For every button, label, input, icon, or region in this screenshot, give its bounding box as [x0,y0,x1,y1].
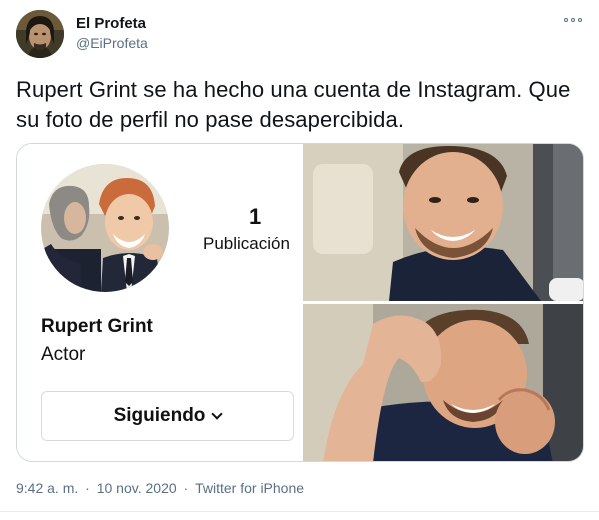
instagram-bio: Actor [41,344,86,365]
tweet-source[interactable]: Twitter for iPhone [195,480,304,496]
instagram-profile-picture [41,164,169,292]
divider [0,511,599,512]
tweet-time[interactable]: 9:42 a. m. [16,480,78,496]
tweet-date[interactable]: 10 nov. 2020 [97,480,177,496]
author-name[interactable]: El Profeta [76,15,146,32]
tweet-metadata: 9:42 a. m. · 10 nov. 2020 · Twitter for … [16,480,305,496]
media-photo-smiling-man[interactable] [303,144,583,301]
more-options-icon[interactable] [564,14,582,26]
tweet: El Profeta @EiProfeta Rupert Grint se ha… [0,0,599,520]
following-button: Siguiendo [41,391,294,441]
tweet-header: El Profeta @EiProfeta [16,10,584,58]
chevron-down-icon [211,407,224,420]
avatar-image [16,10,64,58]
tweet-media[interactable]: 1 Publicación Rupert Grint Actor Siguien… [16,143,584,462]
author-handle[interactable]: @EiProfeta [76,35,148,51]
tweet-text: Rupert Grint se ha hecho una cuenta de I… [16,77,571,132]
instagram-profile-screenshot[interactable]: 1 Publicación Rupert Grint Actor Siguien… [17,144,301,461]
author-avatar[interactable] [16,10,64,58]
posts-count: 1 [249,204,262,229]
posts-label: Publicación [203,234,290,253]
media-photo-crying-man[interactable] [303,304,583,461]
instagram-display-name: Rupert Grint [41,316,153,337]
following-button-label: Siguiendo [113,405,206,426]
